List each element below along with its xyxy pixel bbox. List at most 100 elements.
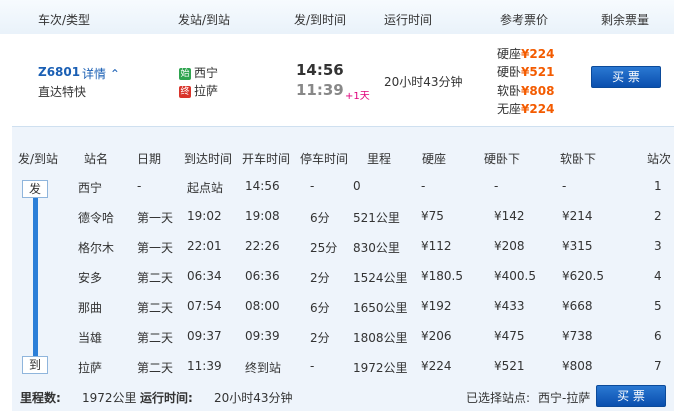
sh-hard-sleeper: 硬卧下 xyxy=(484,152,521,166)
stop-seat: ¥75 xyxy=(421,209,444,223)
stop-seat: ¥206 xyxy=(421,329,452,343)
train-number[interactable]: Z6801 xyxy=(38,65,80,79)
stop-stay: 25分 xyxy=(310,241,338,255)
runtime-label: 运行时间: xyxy=(140,391,193,405)
price-no-seat: 无座¥224 xyxy=(497,102,555,116)
stop-soft: ¥738 xyxy=(562,329,593,343)
stop-arrive: 起点站 xyxy=(187,181,224,195)
stop-depart: 09:39 xyxy=(245,329,280,343)
stop-date: 第一天 xyxy=(137,241,174,255)
stop-distance: 1972公里 xyxy=(353,361,408,375)
stop-row: 拉萨 第二天 11:39 终到站 - 1972公里 ¥224 ¥521 ¥808 7 xyxy=(40,352,674,380)
chevron-up-icon: ⌃ xyxy=(109,67,120,81)
stop-distance: 1650公里 xyxy=(353,301,408,315)
sh-depart: 开车时间 xyxy=(242,152,291,166)
stop-seat: ¥180.5 xyxy=(421,269,463,283)
stop-seat: ¥192 xyxy=(421,299,452,313)
stop-hard: ¥400.5 xyxy=(494,269,536,283)
stop-seq: 2 xyxy=(654,209,662,223)
stop-station: 当雄 xyxy=(78,331,103,345)
stop-depart: 08:00 xyxy=(245,299,280,313)
stop-station: 拉萨 xyxy=(78,361,103,375)
stop-soft: ¥668 xyxy=(562,299,593,313)
stop-arrive: 11:39 xyxy=(187,359,222,373)
route-line xyxy=(33,190,38,356)
detail-label: 详情 xyxy=(82,67,107,81)
stop-station: 格尔木 xyxy=(78,241,115,255)
stop-arrive: 06:34 xyxy=(187,269,222,283)
stop-soft: ¥315 xyxy=(562,239,593,253)
stop-date: 第二天 xyxy=(137,331,174,345)
detail-link[interactable]: 详情 ⌃ xyxy=(82,65,120,82)
stop-hard: ¥208 xyxy=(494,239,525,253)
col-time: 发/到时间 xyxy=(294,13,347,27)
col-station: 发站/到站 xyxy=(178,13,231,27)
selected-value: 西宁-拉萨 xyxy=(538,391,591,405)
stop-seq: 5 xyxy=(654,299,662,313)
stop-stay: 2分 xyxy=(310,271,330,285)
sh-station: 站名 xyxy=(84,152,109,166)
stop-distance: 521公里 xyxy=(353,211,400,225)
stop-date: 第二天 xyxy=(137,361,174,375)
stop-station: 安多 xyxy=(78,271,103,285)
stop-hard: ¥433 xyxy=(494,299,525,313)
duration: 20小时43分钟 xyxy=(384,75,463,89)
day-offset: +1天 xyxy=(345,91,370,102)
stop-seq: 6 xyxy=(654,329,662,343)
stop-depart: 14:56 xyxy=(245,179,280,193)
stop-arrive: 07:54 xyxy=(187,299,222,313)
from-station: 始西宁 xyxy=(179,64,218,81)
stop-date: - xyxy=(137,179,142,193)
stop-row: 格尔木 第一天 22:01 22:26 25分 830公里 ¥112 ¥208 ¥315 3 xyxy=(40,232,674,260)
stop-depart: 19:08 xyxy=(245,209,280,223)
col-tickets: 剩余票量 xyxy=(601,13,650,27)
stop-stay: - xyxy=(310,179,315,193)
stop-depart: 22:26 xyxy=(245,239,280,253)
runtime-value: 20小时43分钟 xyxy=(214,391,293,405)
stop-row: 西宁 - 起点站 14:56 - 0 - - - 1 xyxy=(40,172,674,200)
col-train: 车次/类型 xyxy=(38,13,91,27)
stop-soft: ¥620.5 xyxy=(562,269,604,283)
stop-station: 德令哈 xyxy=(78,211,115,225)
stop-hard: ¥475 xyxy=(494,329,525,343)
to-station-name: 拉萨 xyxy=(194,84,219,98)
sh-arrive: 到达时间 xyxy=(184,152,233,166)
stop-stay: 6分 xyxy=(310,301,330,315)
stop-hard: ¥521 xyxy=(494,359,525,373)
start-badge: 始 xyxy=(179,68,191,80)
stop-distance: 0 xyxy=(353,179,361,193)
stop-depart: 终到站 xyxy=(245,361,282,375)
sh-seq: 站次 xyxy=(647,152,672,166)
buy-button[interactable]: 买 票 xyxy=(591,66,661,88)
sh-distance: 里程 xyxy=(367,152,392,166)
stop-date: 第二天 xyxy=(137,301,174,315)
col-price: 参考票价 xyxy=(500,13,549,27)
to-station: 终拉萨 xyxy=(179,82,218,99)
distance-value: 1972公里 xyxy=(82,391,137,405)
stop-distance: 1808公里 xyxy=(353,331,408,345)
stop-row: 安多 第二天 06:34 06:36 2分 1524公里 ¥180.5 ¥400.5 ¥620.… xyxy=(40,262,674,290)
stop-distance: 830公里 xyxy=(353,241,400,255)
stop-distance: 1524公里 xyxy=(353,271,408,285)
selected-label: 已选择站点: xyxy=(466,391,531,405)
stop-seq: 1 xyxy=(654,179,662,193)
col-duration: 运行时间 xyxy=(384,13,433,27)
stop-depart: 06:36 xyxy=(245,269,280,283)
stop-seq: 7 xyxy=(654,359,662,373)
stop-row: 德令哈 第一天 19:02 19:08 6分 521公里 ¥75 ¥142 ¥214 2 xyxy=(40,202,674,230)
stop-arrive: 22:01 xyxy=(187,239,222,253)
stop-stay: - xyxy=(310,359,315,373)
stop-station: 西宁 xyxy=(78,181,103,195)
summary-footer: 里程数: 1972公里 运行时间: 20小时43分钟 已选择站点: 西宁-拉萨 xyxy=(12,382,674,410)
price-hard-seat: 硬座¥224 xyxy=(497,47,555,61)
sh-hard-seat: 硬座 xyxy=(422,152,447,166)
stop-station: 那曲 xyxy=(78,301,103,315)
footer-buy-button[interactable]: 买 票 xyxy=(596,385,666,407)
stop-stay: 2分 xyxy=(310,331,330,345)
sh-dep-arr: 发/到站 xyxy=(18,152,59,166)
stop-hard: ¥142 xyxy=(494,209,525,223)
depart-time: 14:56 xyxy=(296,61,344,79)
results-header: 车次/类型 发站/到站 发/到时间 运行时间 参考票价 剩余票量 xyxy=(0,0,674,35)
stop-soft: ¥214 xyxy=(562,209,593,223)
price-hard-sleeper: 硬卧¥521 xyxy=(497,65,555,79)
